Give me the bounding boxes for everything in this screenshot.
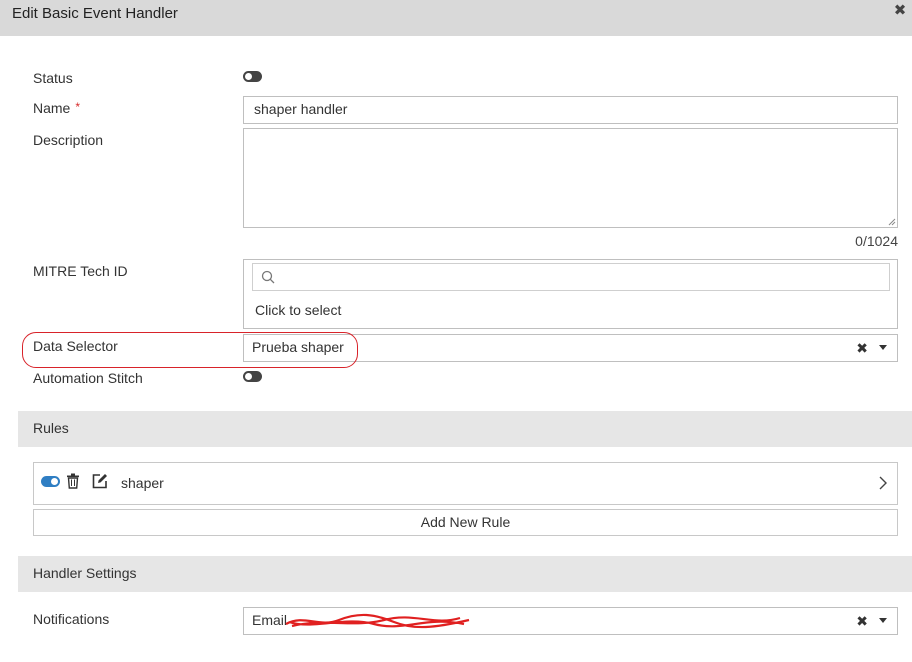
name-label: Name * [33,100,80,116]
chevron-down-icon[interactable] [879,345,887,350]
name-field-value: shaper handler [254,101,348,117]
clear-icon[interactable]: ✖ [856,340,868,357]
data-selector-select[interactable]: Prueba shaper ✖ [243,334,898,362]
notifications-select[interactable]: Email ✖ [243,607,898,635]
rule-name: shaper [121,475,164,491]
dialog-title: Edit Basic Event Handler [12,5,178,22]
dialog-titlebar: Edit Basic Event Handler ✖ [0,0,912,36]
trash-icon[interactable] [66,473,80,489]
rules-section-title: Rules [33,420,69,436]
mitre-selector[interactable]: Click to select [243,259,898,329]
clear-icon[interactable]: ✖ [856,613,868,630]
data-selector-label: Data Selector [33,338,118,354]
close-icon[interactable]: ✖ [892,3,908,19]
name-field[interactable]: shaper handler [243,96,898,124]
chevron-right-icon[interactable] [879,476,887,490]
resize-handle-icon[interactable] [888,218,896,226]
handler-settings-title: Handler Settings [33,565,137,581]
status-label: Status [33,70,73,86]
data-selector-value: Prueba shaper [252,339,344,355]
mitre-search-input[interactable] [252,263,890,291]
chevron-down-icon[interactable] [879,618,887,623]
mitre-label: MITRE Tech ID [33,263,128,279]
notifications-label: Notifications [33,611,110,627]
description-field[interactable] [243,128,898,228]
notifications-value: Email [252,612,288,628]
status-toggle[interactable] [243,71,262,82]
automation-stitch-label: Automation Stitch [33,370,143,386]
search-icon [261,270,275,284]
add-new-rule-button[interactable]: Add New Rule [33,509,898,536]
required-mark: * [75,100,81,114]
handler-settings-section-header: Handler Settings [18,556,912,592]
rule-row[interactable]: shaper [33,462,898,505]
name-label-text: Name [33,100,71,116]
automation-stitch-toggle[interactable] [243,371,262,382]
edit-icon[interactable] [92,473,108,489]
description-counter: 0/1024 [855,233,898,249]
description-label: Description [33,132,104,148]
redaction-scribble [285,613,470,629]
rule-enabled-toggle[interactable] [41,476,60,487]
mitre-click-to-select[interactable]: Click to select [255,302,341,318]
rules-section-header: Rules [18,411,912,447]
